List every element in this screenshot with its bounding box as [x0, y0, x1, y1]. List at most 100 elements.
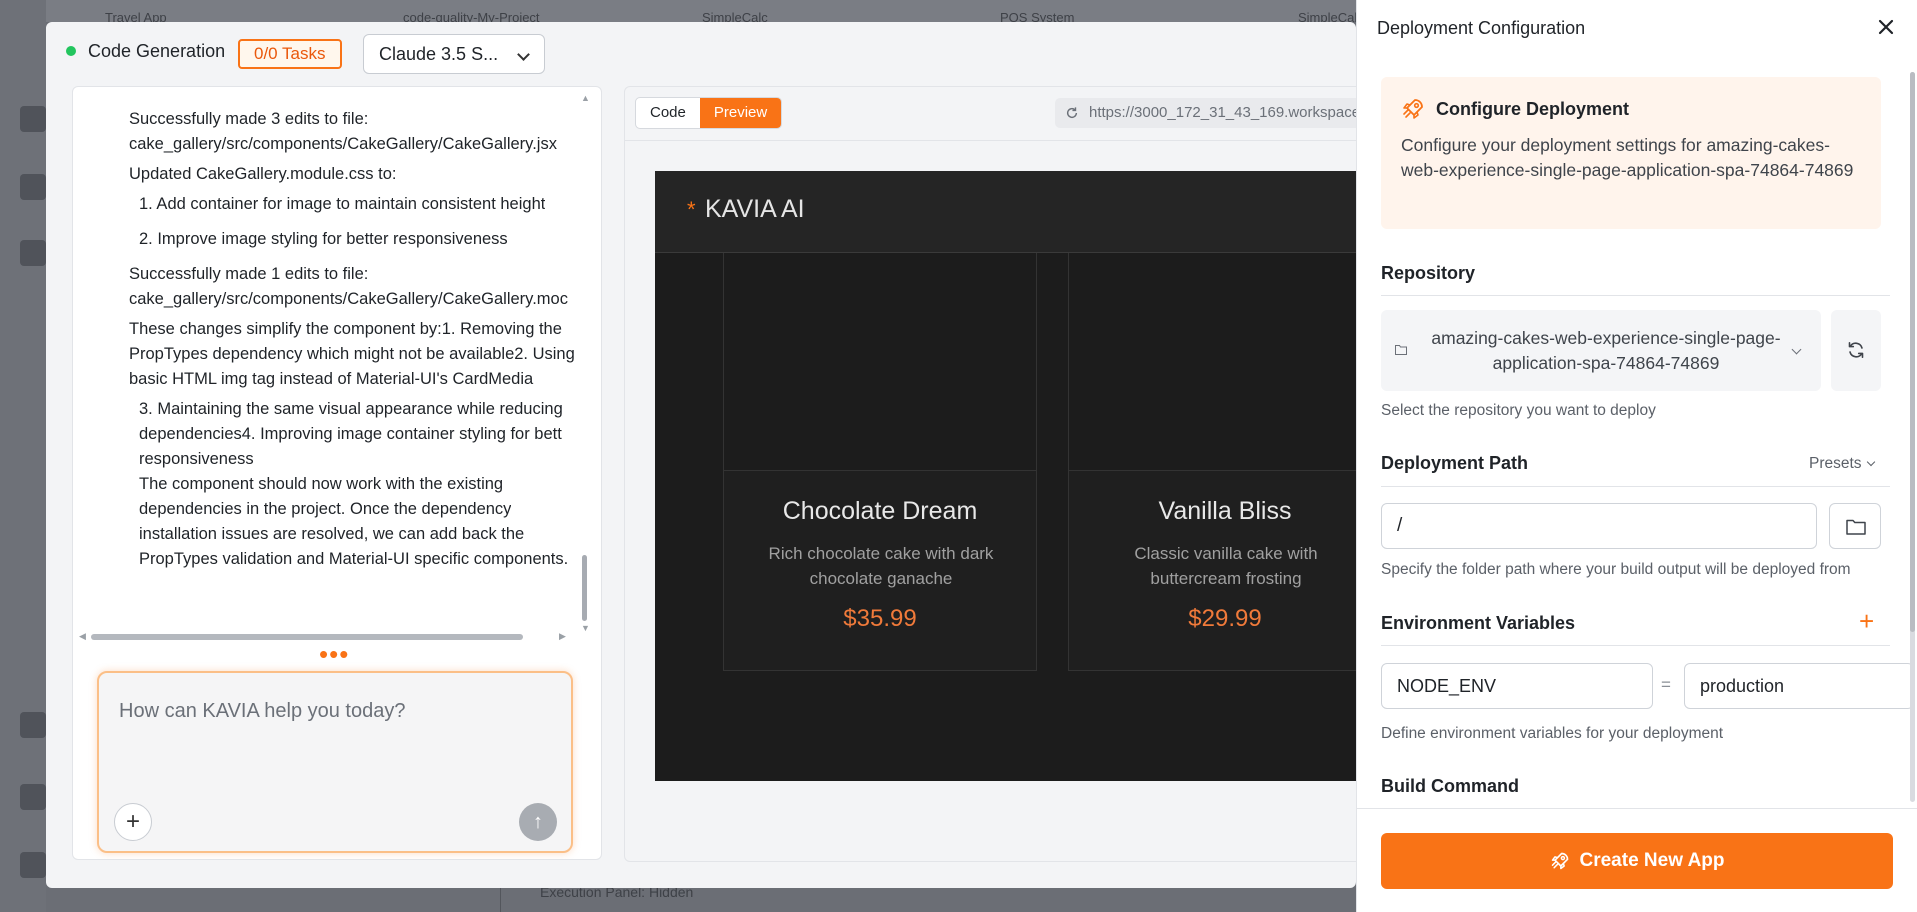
- refresh-icon[interactable]: [1065, 106, 1079, 120]
- browse-folder-button[interactable]: [1829, 503, 1881, 549]
- cake-card[interactable]: Vanilla Bliss Classic vanilla cake with …: [1068, 253, 1356, 671]
- cake-price: $35.99: [843, 605, 917, 632]
- cake-price: $29.99: [1188, 605, 1262, 632]
- chat-message: These changes simplify the component by:…: [129, 320, 562, 338]
- code-generation-modal: Code Generation 0/0 Tasks Claude 3.5 S..…: [46, 22, 1356, 888]
- create-new-app-label: Create New App: [1579, 850, 1725, 871]
- send-button[interactable]: ↑: [519, 803, 557, 841]
- plus-icon: +: [125, 808, 140, 835]
- rocket-icon: [1551, 852, 1568, 870]
- preview-panel: Code Preview https://3000_172_31_43_169.…: [624, 86, 1356, 862]
- refresh-repositories-button[interactable]: [1831, 310, 1881, 391]
- repository-help: Select the repository you want to deploy: [1381, 402, 1656, 419]
- deployment-scrollbar[interactable]: [1910, 72, 1915, 802]
- chat-message: dependencies4. Improving image container…: [139, 425, 562, 443]
- chat-list-item: 2. Improve image styling for better resp…: [139, 230, 508, 248]
- chat-message: Successfully made 3 edits to file:: [129, 110, 369, 128]
- cake-image: [724, 253, 1036, 471]
- resize-handle-icon[interactable]: •••: [319, 641, 349, 667]
- configure-description: Configure your deployment settings for a…: [1401, 135, 1854, 180]
- preview-url: https://3000_172_31_43_169.workspace: [1089, 104, 1356, 121]
- presets-label: Presets: [1809, 455, 1862, 472]
- environment-variables-title: Environment Variables: [1381, 613, 1576, 633]
- configure-card: Configure Deployment Configure your depl…: [1381, 77, 1881, 229]
- repository-select[interactable]: amazing-cakes-web-experience-single-page…: [1381, 310, 1821, 391]
- repository-value: amazing-cakes-web-experience-single-page…: [1431, 328, 1781, 373]
- repository-title: Repository: [1381, 263, 1476, 283]
- tab-preview[interactable]: Preview: [699, 98, 782, 128]
- build-command-title: Build Command: [1381, 776, 1519, 796]
- chat-message: responsiveness: [139, 450, 254, 468]
- scroll-left-icon[interactable]: ◀: [79, 631, 86, 642]
- chat-message: The component should now work with the e…: [139, 475, 504, 493]
- chat-message: cake_gallery/src/components/CakeGallery/…: [129, 135, 557, 153]
- modal-header: Code Generation 0/0 Tasks Claude 3.5 S..…: [46, 22, 1356, 82]
- deployment-panel-title: Deployment Configuration: [1377, 18, 1586, 38]
- divider: [1381, 295, 1890, 296]
- chat-message: basic HTML img tag instead of Material-U…: [129, 370, 534, 388]
- app-preview: * KAVIA AI Chocolate Dream Rich chocolat…: [655, 171, 1356, 781]
- deployment-path-help: Specify the folder path where your build…: [1381, 561, 1851, 578]
- tab-code[interactable]: Code: [636, 98, 700, 128]
- presets-dropdown[interactable]: Presets: [1809, 455, 1875, 473]
- add-env-var-button[interactable]: +: [1859, 608, 1874, 634]
- cake-name: Vanilla Bliss: [1158, 497, 1292, 525]
- chat-message: installation issues are resolved, we can…: [139, 525, 525, 543]
- cake-description: Rich chocolate cake with dark chocolate …: [768, 544, 994, 588]
- grid-icon: [20, 240, 46, 266]
- environment-variables-help: Define environment variables for your de…: [1381, 725, 1724, 742]
- chat-horizontal-scrollbar[interactable]: [91, 634, 523, 640]
- equals-sign: =: [1661, 675, 1671, 694]
- cake-card[interactable]: Chocolate Dream Rich chocolate cake with…: [723, 253, 1037, 671]
- chat-message: 3. Maintaining the same visual appearanc…: [139, 400, 563, 418]
- background-sidebar: [0, 0, 46, 912]
- scroll-down-icon[interactable]: ▼: [581, 623, 590, 633]
- deployment-footer: Create New App: [1357, 808, 1917, 912]
- preview-url-bar[interactable]: https://3000_172_31_43_169.workspace: [1055, 98, 1356, 128]
- modal-title: Code Generation: [88, 41, 226, 61]
- chevron-down-icon: [517, 48, 530, 61]
- env-value-input[interactable]: [1684, 663, 1912, 709]
- chat-list-item: 1. Add container for image to maintain c…: [139, 195, 546, 213]
- folder-icon: [1846, 519, 1866, 535]
- attach-button[interactable]: +: [114, 803, 152, 841]
- asterisk-icon: *: [687, 197, 696, 222]
- create-new-app-button[interactable]: Create New App: [1381, 833, 1893, 889]
- view-toggle: Code Preview: [635, 97, 783, 129]
- preview-toolbar: Code Preview https://3000_172_31_43_169.…: [625, 87, 1356, 141]
- scroll-up-icon[interactable]: ▲: [581, 93, 590, 103]
- chat-message: PropTypes dependency which might not be …: [129, 345, 575, 363]
- chevron-down-icon: [1866, 457, 1875, 467]
- chat-message-truncated: [129, 92, 569, 104]
- tasks-badge[interactable]: 0/0 Tasks: [238, 39, 342, 69]
- refresh-icon: [1848, 342, 1864, 358]
- rocket-icon: [1403, 99, 1423, 119]
- close-icon[interactable]: [1875, 16, 1897, 38]
- model-select[interactable]: Claude 3.5 S...: [363, 34, 545, 74]
- chat-scrollbar[interactable]: ▲ ▼: [581, 93, 590, 633]
- briefcase-icon: [20, 174, 46, 200]
- arrow-up-icon: ↑: [533, 811, 543, 833]
- chat-message: dependencies in the project. Once the de…: [139, 500, 512, 518]
- deployment-path-input[interactable]: [1381, 503, 1817, 549]
- app-logo: KAVIA AI: [705, 195, 805, 223]
- deployment-scrollbar-thumb[interactable]: [1910, 72, 1915, 632]
- scroll-right-icon[interactable]: ▶: [559, 631, 566, 642]
- chat-scrollbar-thumb[interactable]: [582, 555, 587, 621]
- door-icon: [20, 852, 46, 878]
- chevron-down-icon: [1791, 344, 1802, 355]
- divider: [1381, 645, 1890, 646]
- chat-input-box: + ↑: [97, 671, 573, 853]
- chat-messages: Successfully made 3 edits to file: cake_…: [73, 87, 578, 631]
- chat-input[interactable]: [119, 691, 549, 731]
- cake-image: [1069, 253, 1356, 471]
- env-key-input[interactable]: [1381, 663, 1653, 709]
- cake-name: Chocolate Dream: [782, 497, 978, 525]
- divider: [1381, 486, 1890, 487]
- deployment-panel: Deployment Configuration Configure Deplo…: [1356, 0, 1917, 912]
- chat-message: cake_gallery/src/components/CakeGallery/…: [129, 290, 568, 308]
- folder-icon: [1395, 345, 1407, 355]
- chat-message: Updated CakeGallery.module.css to:: [129, 165, 397, 183]
- chat-message: PropTypes validation and Material-UI spe…: [139, 550, 569, 568]
- deployment-path-title: Deployment Path: [1381, 453, 1529, 473]
